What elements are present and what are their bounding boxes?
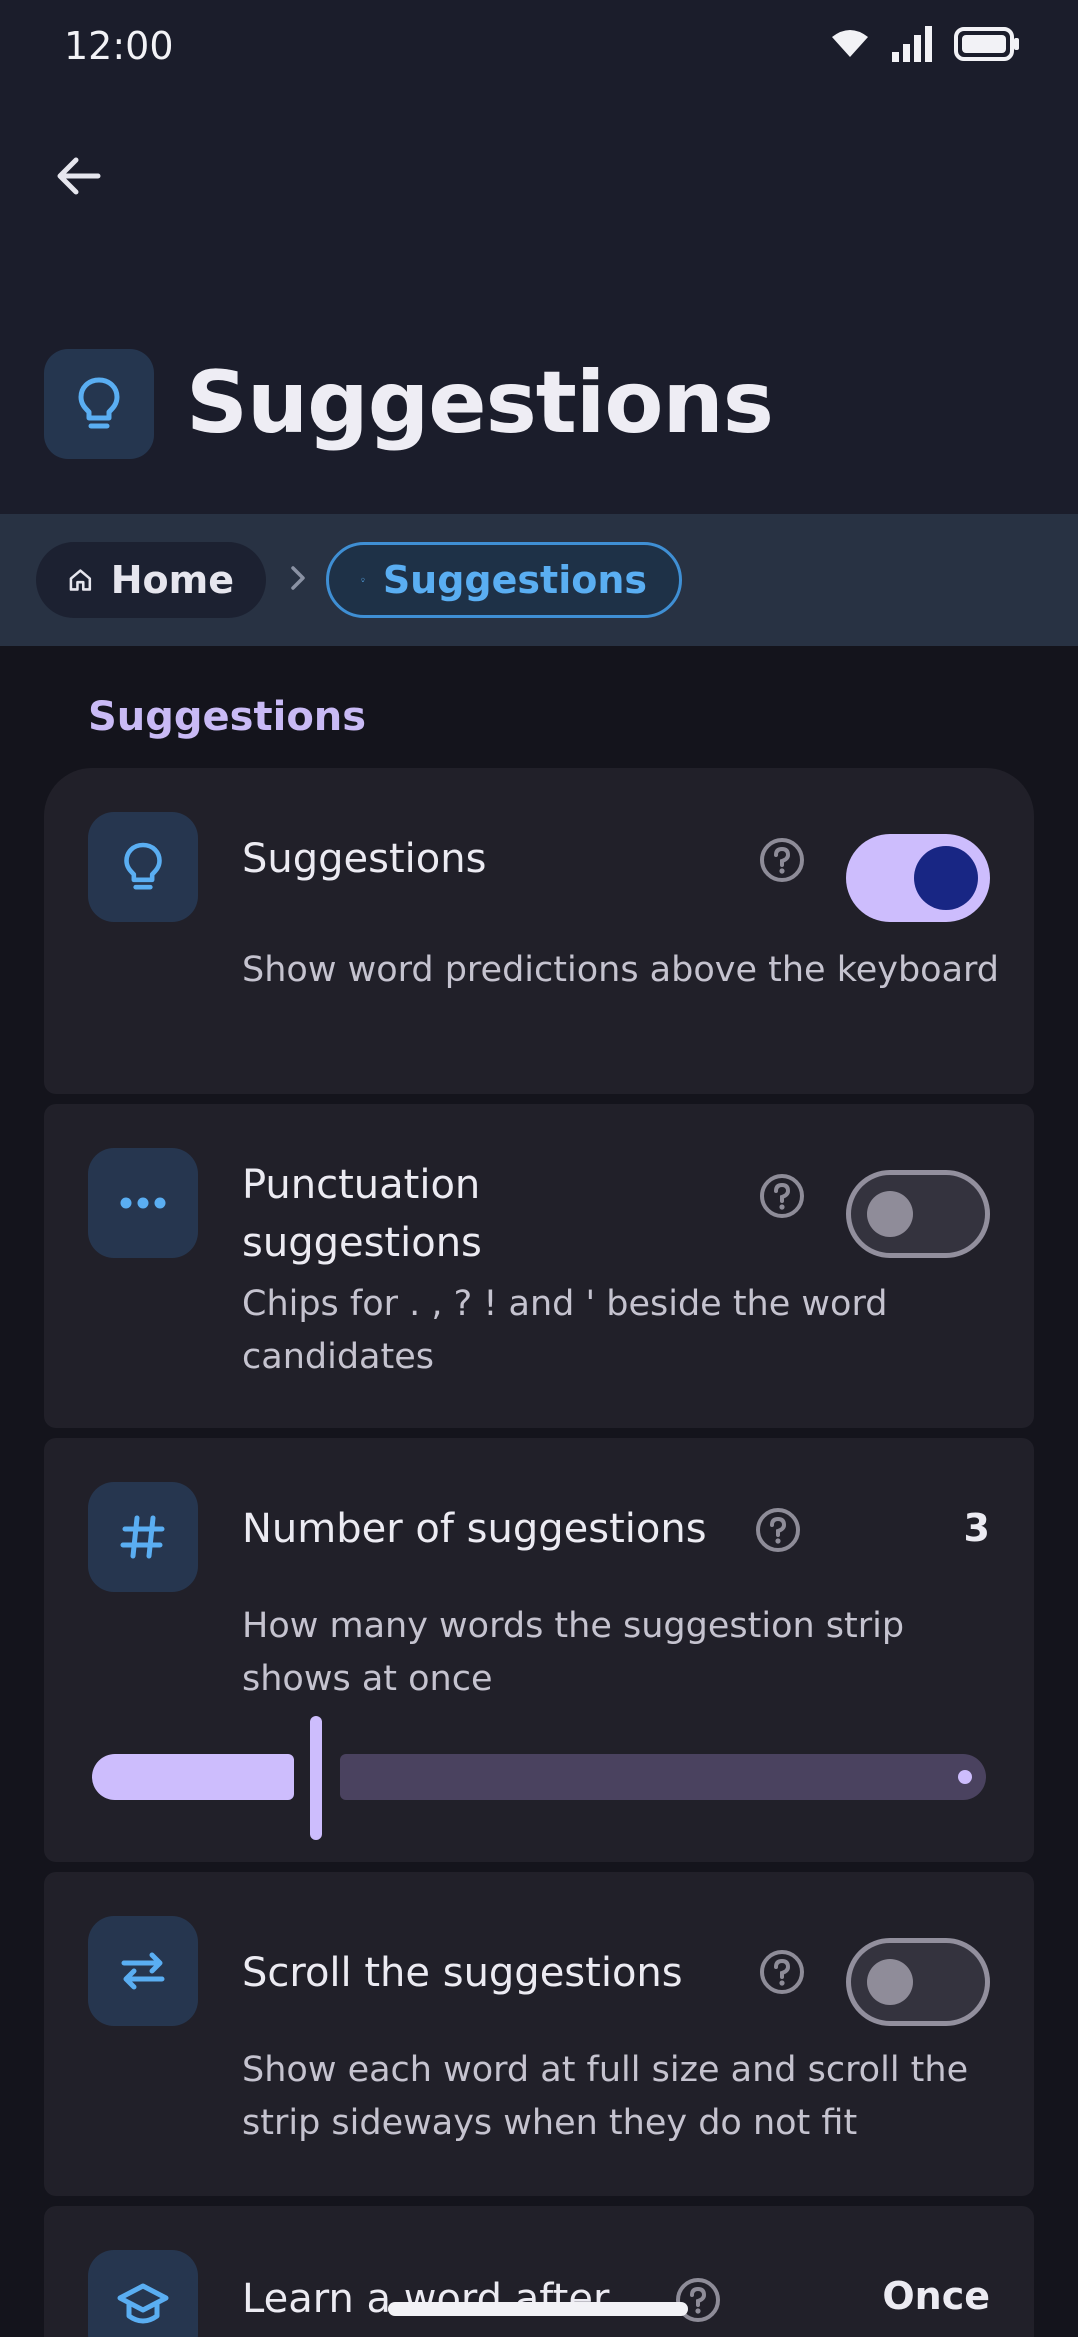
setting-number-of-suggestions[interactable]: Number of suggestions 3 How many words t… — [44, 1438, 1034, 1862]
slider-stop-indicator — [958, 1770, 972, 1784]
setting-suggestions[interactable]: Suggestions Show word predictions above … — [44, 768, 1034, 1094]
breadcrumb-home[interactable]: Home — [36, 542, 266, 618]
setting-learn-word-after[interactable]: Learn a word after Once — [44, 2206, 1034, 2337]
page-title: Suggestions — [186, 353, 774, 453]
setting-title: Suggestions — [242, 836, 487, 882]
lightbulb-icon — [124, 842, 162, 890]
setting-value: Once — [882, 2274, 990, 2318]
setting-title: Scroll the suggestions — [242, 1950, 683, 1996]
setting-description: How many words the suggestion strip show… — [242, 1606, 905, 1699]
wifi-icon — [832, 30, 868, 57]
signal-icon — [892, 26, 932, 62]
suggestions-switch[interactable] — [846, 834, 990, 922]
help-icon[interactable] — [758, 1172, 806, 1220]
setting-description: Show each word at full size and scroll t… — [242, 2050, 969, 2143]
scroll-switch[interactable] — [846, 1938, 990, 2026]
arrow-left-icon — [57, 157, 101, 195]
top-app-bar: Suggestions — [0, 96, 1078, 514]
switch-thumb — [867, 1959, 913, 2005]
slider-handle[interactable] — [310, 1716, 322, 1840]
setting-icon-box — [88, 1916, 198, 2026]
switch-thumb — [914, 846, 978, 910]
setting-icon-box — [88, 2250, 198, 2337]
setting-title: Learn a word after — [242, 2276, 610, 2322]
more-horizontal-icon — [120, 1197, 166, 1209]
help-icon[interactable] — [754, 1506, 802, 1554]
punctuation-switch[interactable] — [846, 1170, 990, 1258]
breadcrumb-home-label: Home — [110, 558, 234, 602]
battery-icon — [954, 27, 1019, 61]
setting-scroll-suggestions[interactable]: Scroll the suggestions Show each word at… — [44, 1872, 1034, 2196]
setting-icon-box — [88, 812, 198, 922]
setting-description: Chips for . , ? ! and ' beside the word … — [242, 1284, 888, 1377]
setting-title: Punctuation suggestions — [242, 1162, 482, 1266]
school-icon — [117, 2283, 169, 2324]
lightbulb-icon — [78, 377, 120, 429]
hash-icon — [120, 1515, 165, 1559]
setting-icon-box — [88, 1148, 198, 1258]
chevron-right-icon — [284, 564, 312, 592]
status-bar: 12:00 — [0, 0, 1078, 96]
settings-screen: 12:00 Suggestions Home Suggestions Sugge… — [0, 0, 1078, 2337]
slider-inactive-track — [340, 1754, 986, 1800]
breadcrumb-current[interactable]: Suggestions — [326, 542, 682, 618]
status-time: 12:00 — [64, 24, 174, 68]
lightbulb-icon — [361, 577, 365, 582]
help-icon[interactable] — [758, 836, 806, 884]
breadcrumb: Home Suggestions — [0, 514, 1078, 646]
setting-icon-box — [88, 1482, 198, 1592]
help-icon[interactable] — [674, 2276, 722, 2324]
setting-punctuation-suggestions[interactable]: Punctuation suggestions Chips for . , ? … — [44, 1104, 1034, 1428]
suggestion-count-slider[interactable] — [92, 1716, 986, 1840]
back-button[interactable] — [36, 134, 120, 218]
gesture-navigation-bar[interactable] — [388, 2302, 688, 2316]
breadcrumb-current-label: Suggestions — [382, 558, 647, 602]
setting-value: 3 — [963, 1506, 990, 1550]
slider-active-track — [92, 1754, 294, 1800]
title-icon-box — [44, 349, 154, 459]
setting-description: Show word predictions above the keyboard — [242, 950, 1000, 990]
switch-thumb — [867, 1191, 913, 1237]
status-icons — [830, 26, 1020, 62]
swap-horizontal-icon — [121, 1952, 165, 1990]
setting-title: Number of suggestions — [242, 1506, 707, 1552]
home-icon — [69, 569, 92, 591]
help-icon[interactable] — [758, 1948, 806, 1996]
section-header: Suggestions — [88, 694, 367, 740]
